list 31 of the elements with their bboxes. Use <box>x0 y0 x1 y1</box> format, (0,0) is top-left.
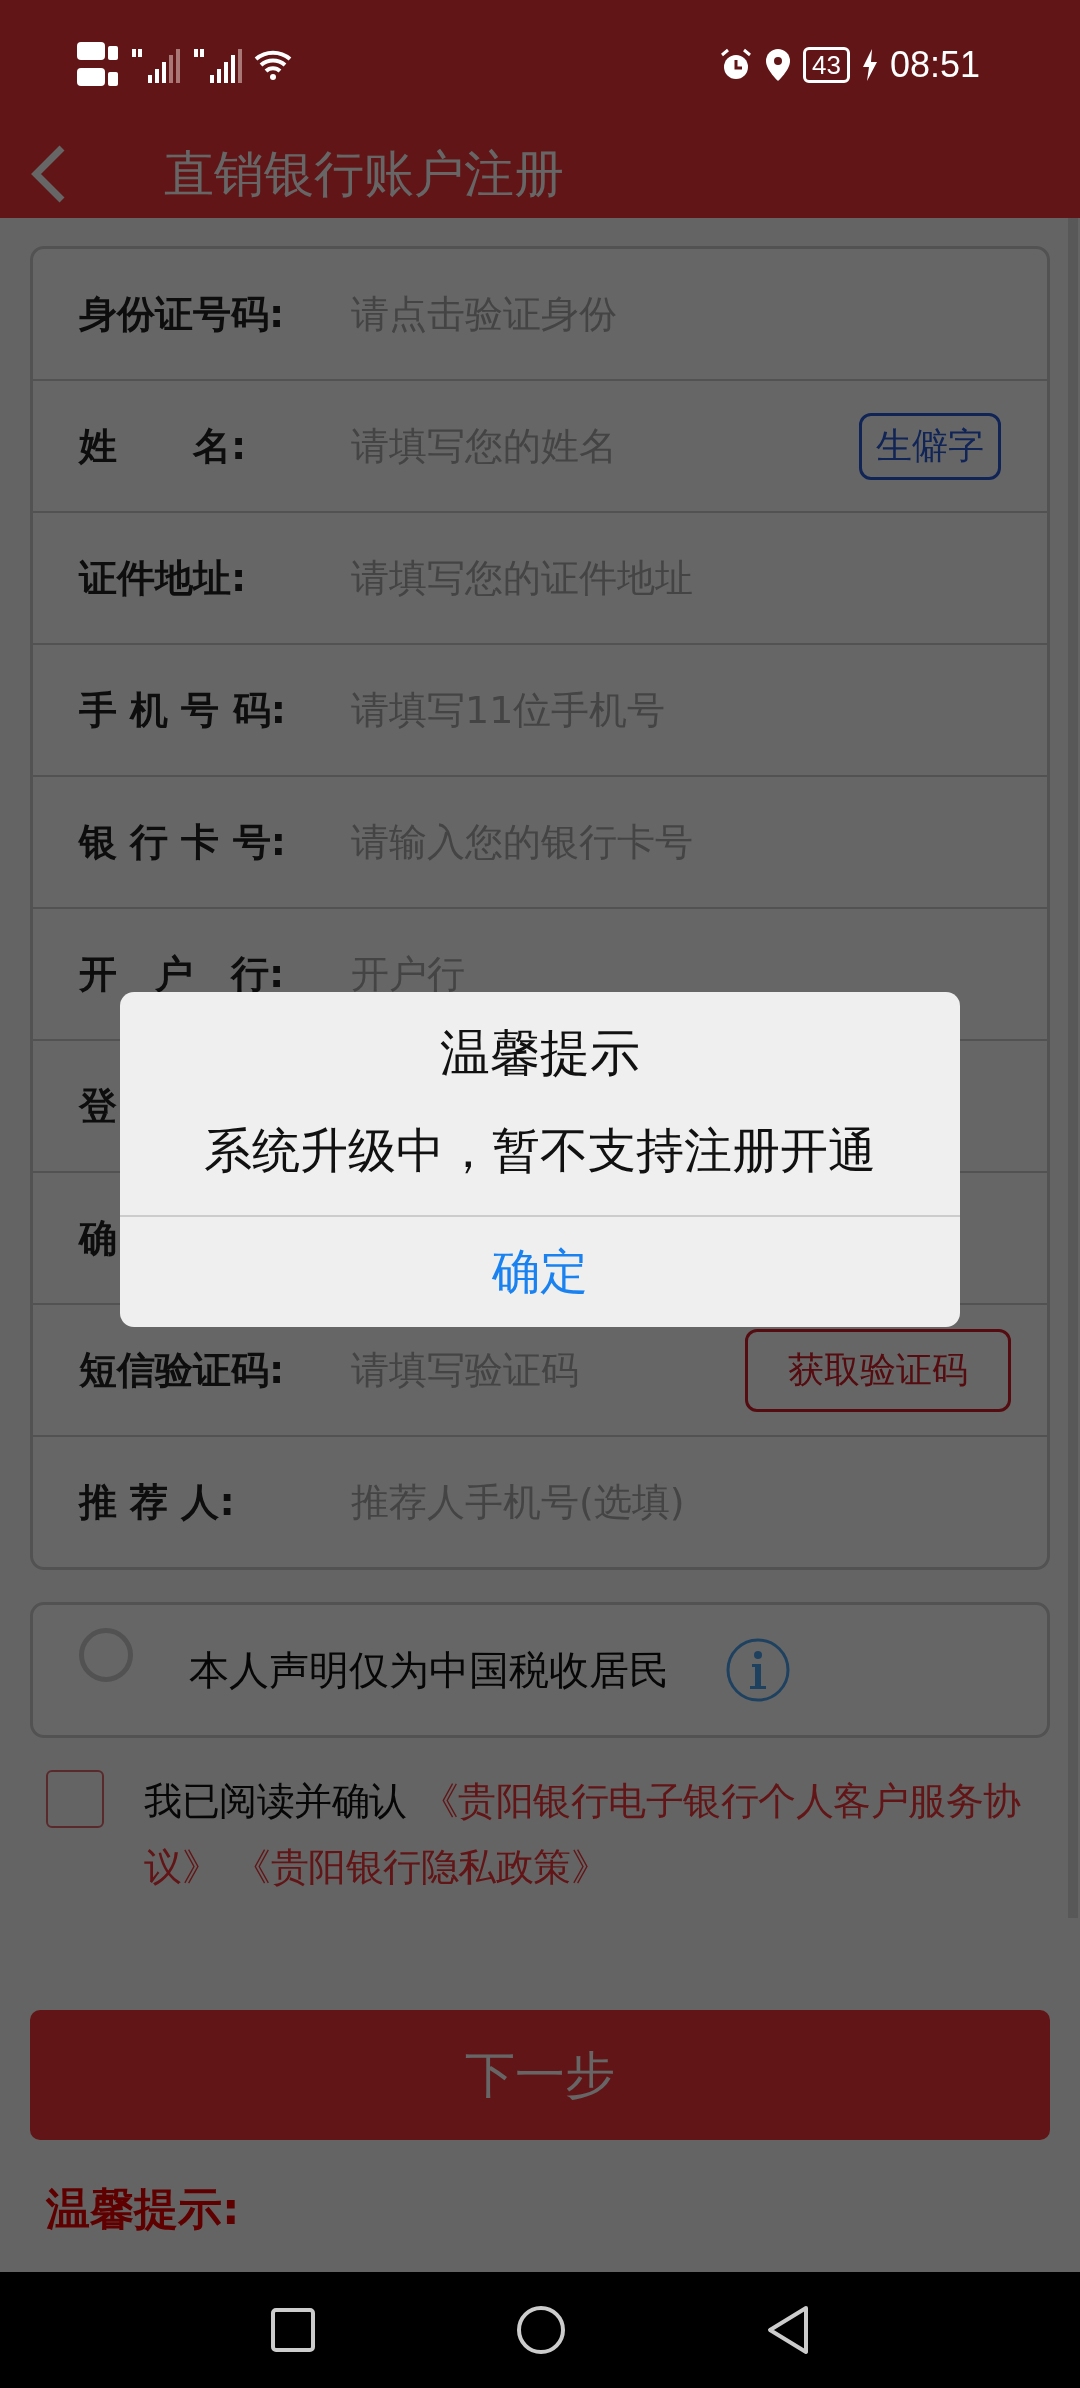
field-label: 推 荐 人: <box>79 1478 236 1526</box>
agreement-text: 我已阅读并确认 《贵阳银行电子银行个人客户服务协议》 《贵阳银行隐私政策》 <box>144 1778 1022 1891</box>
page-title: 直销银行账户注册 <box>164 143 564 205</box>
side-button[interactable]: 生僻字 <box>859 412 1001 480</box>
field-label: 手 机 号 码: <box>79 686 287 734</box>
field-label: 开 户 行: <box>79 950 286 998</box>
dialog-title: 温馨提示 <box>440 1023 640 1084</box>
clock-time: 08:51 <box>889 44 980 86</box>
charging-icon <box>861 48 878 82</box>
field-label: 身份证号码: <box>79 290 286 338</box>
alarm-icon <box>719 48 753 82</box>
back-icon[interactable] <box>766 2305 810 2355</box>
field-label: 证件地址: <box>79 554 248 602</box>
declaration-text: 本人声明仅为中国税收居民 <box>189 1645 669 1695</box>
battery-level: 43 <box>803 47 850 83</box>
confirm-button[interactable]: 确定 <box>120 1215 960 1327</box>
info-icon[interactable] <box>725 1637 791 1703</box>
dialog-message: 系统升级中，暂不支持注册开通 <box>204 1121 876 1180</box>
field-label: 银 行 卡 号: <box>79 818 287 866</box>
home-icon[interactable] <box>516 2305 566 2355</box>
next-button[interactable]: 下一步 <box>30 2010 1050 2140</box>
field-label: 确 <box>79 1214 118 1262</box>
wifi-icon <box>254 49 294 81</box>
field-label: 短信验证码: <box>79 1346 286 1394</box>
field-label: 登 <box>79 1082 118 1130</box>
checkbox[interactable] <box>46 1770 104 1828</box>
tips-title: 温馨提示: <box>46 2182 241 2236</box>
field-label: 姓 名: <box>79 422 248 470</box>
location-icon <box>765 48 791 82</box>
recents-icon[interactable] <box>270 2307 316 2353</box>
side-button[interactable]: 获取验证码 <box>745 1328 1011 1412</box>
